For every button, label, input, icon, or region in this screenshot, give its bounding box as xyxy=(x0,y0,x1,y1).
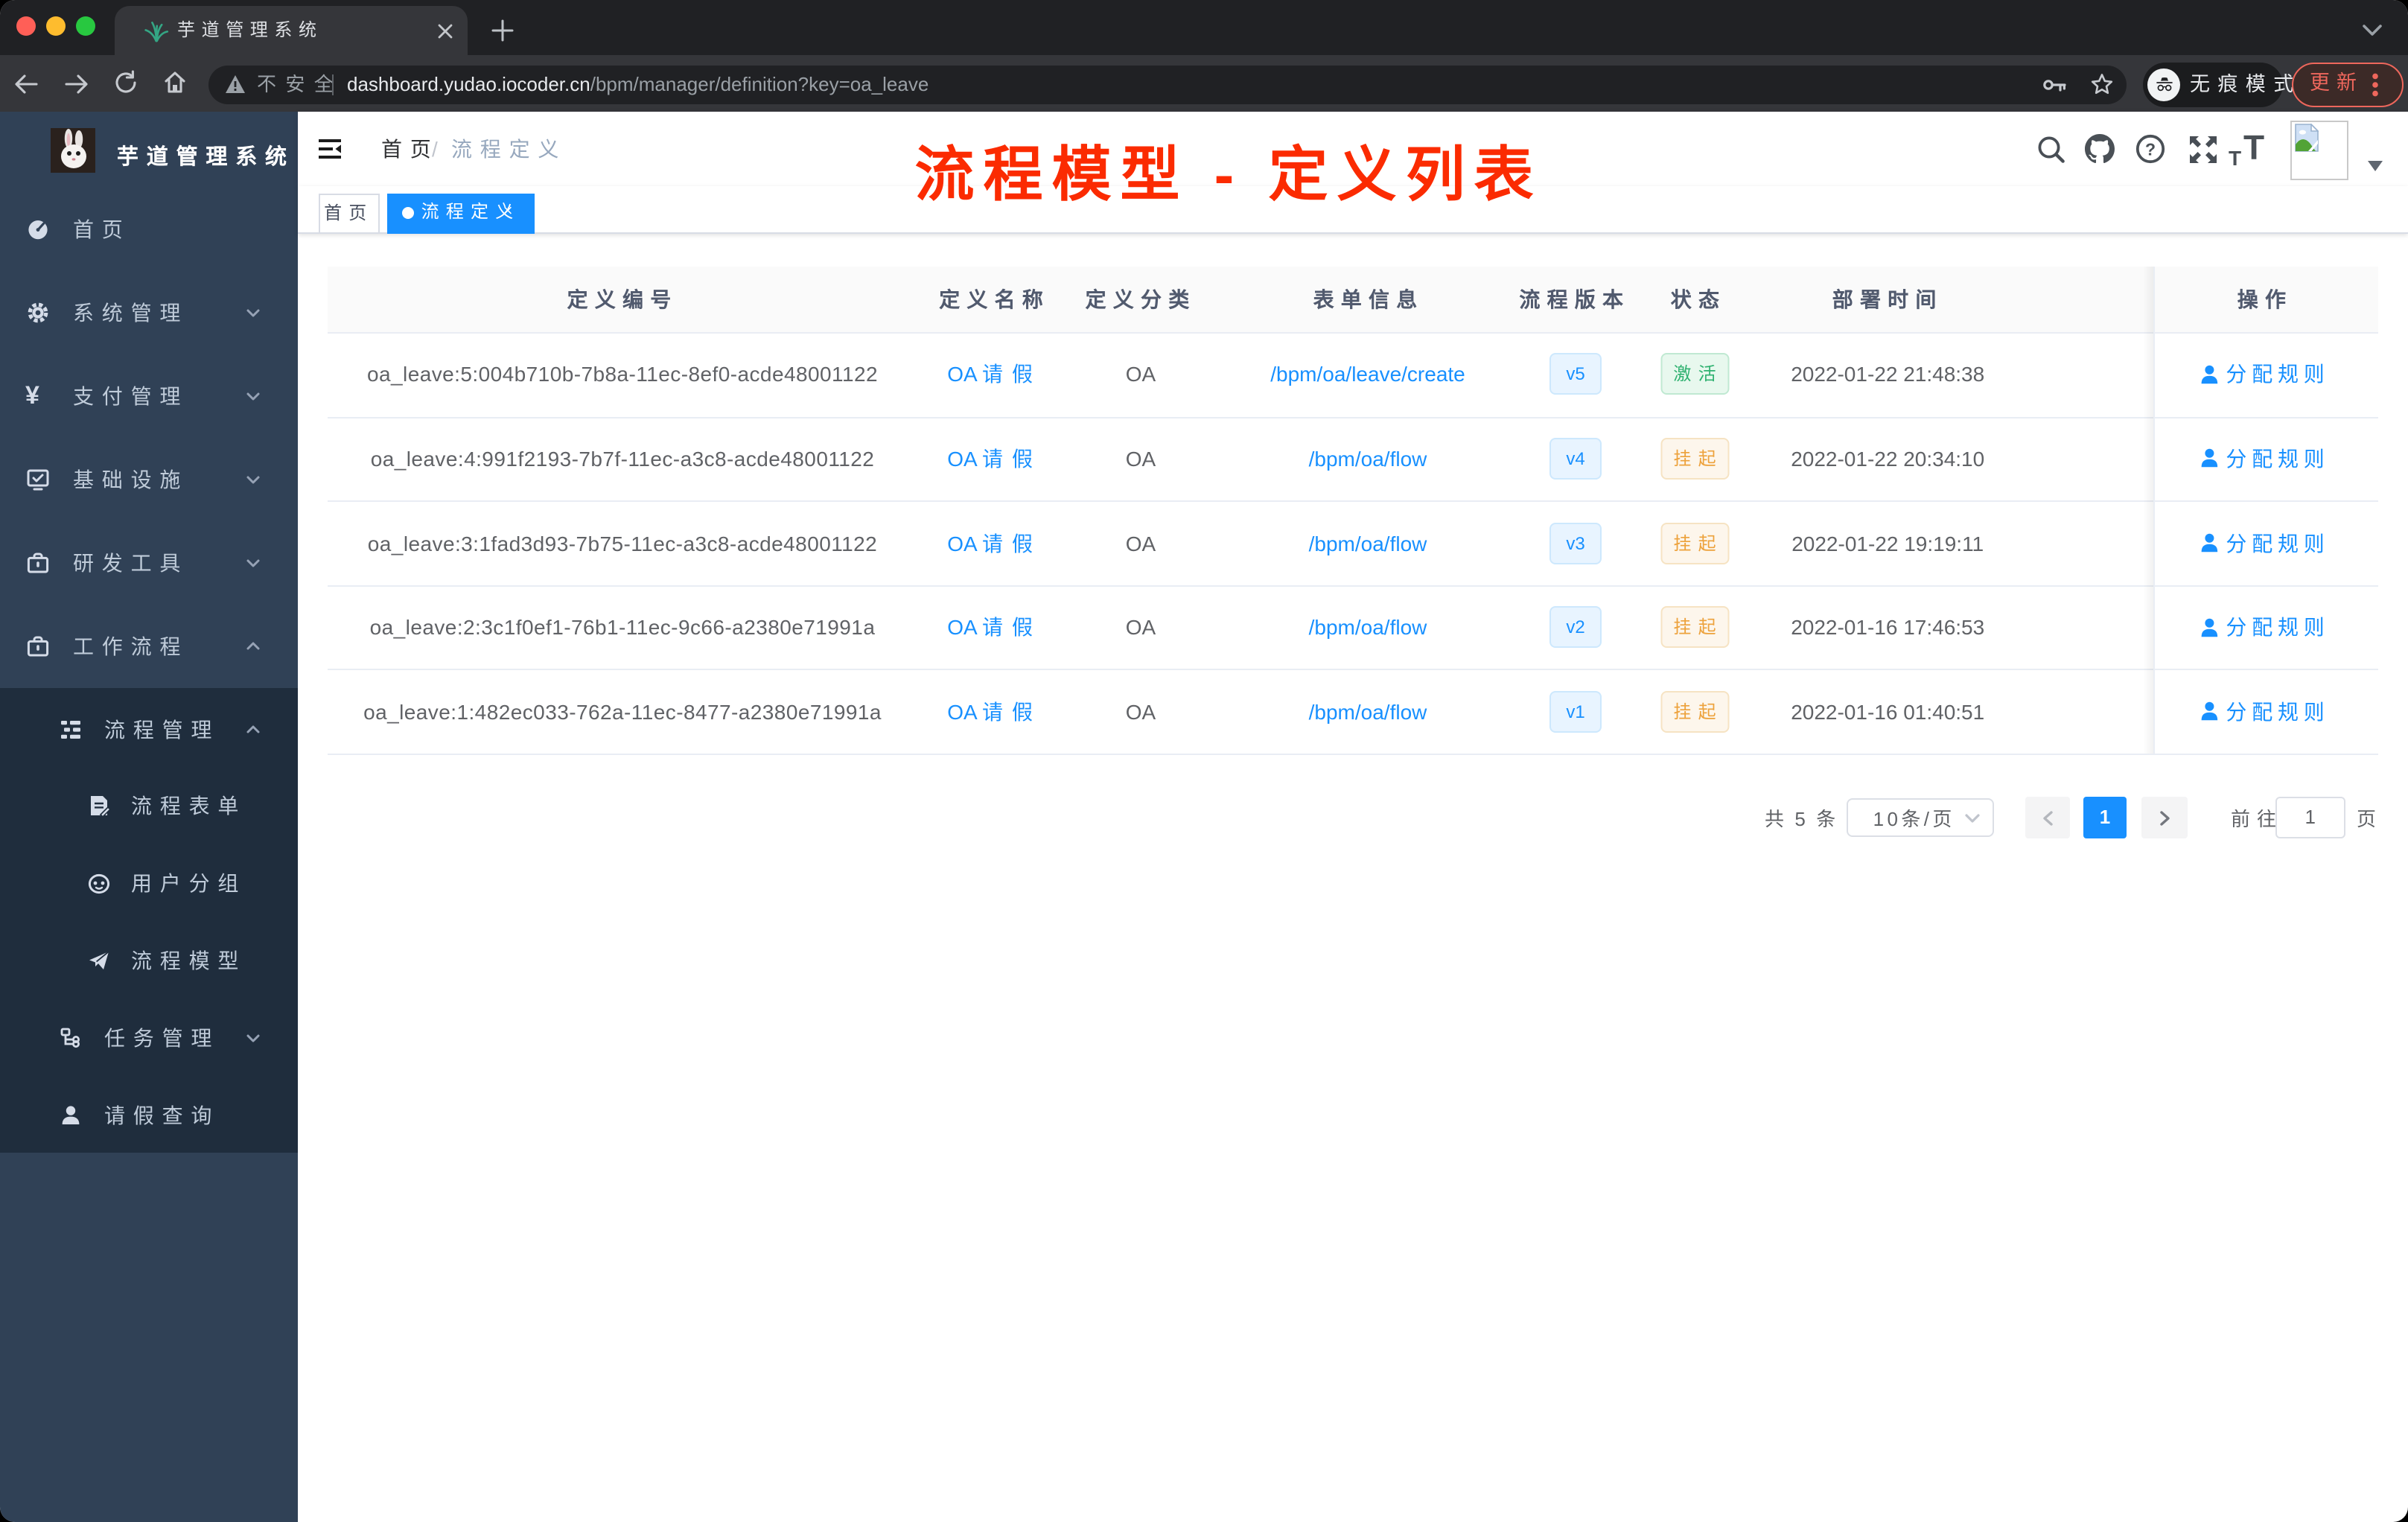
svg-text:?: ? xyxy=(2145,139,2156,159)
